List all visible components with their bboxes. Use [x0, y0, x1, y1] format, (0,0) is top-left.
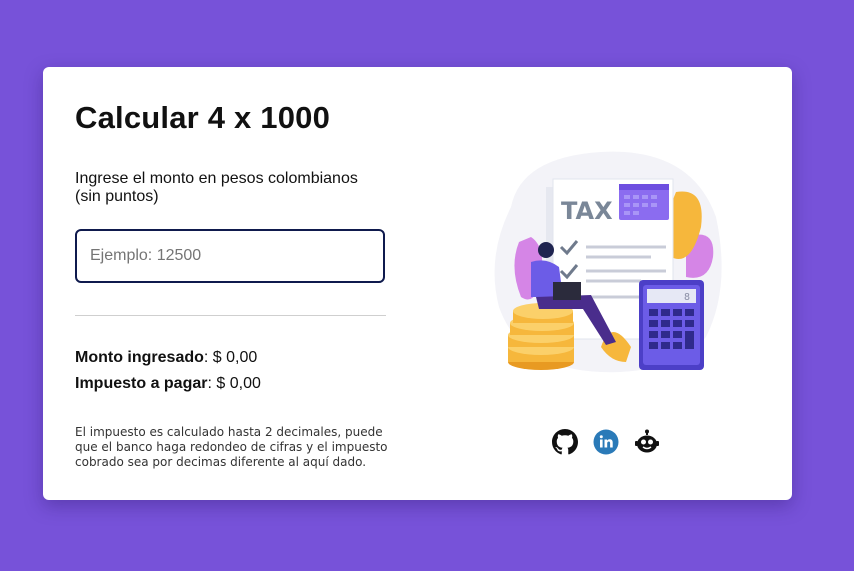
- amount-label: Monto ingresado: [75, 349, 204, 366]
- amount-prompt: Ingrese el monto en pesos colombianos (s…: [75, 170, 358, 205]
- linkedin-icon[interactable]: [593, 429, 619, 455]
- amount-result: Monto ingresado: $ 0,00: [75, 349, 257, 367]
- tax-result: Impuesto a pagar: $ 0,00: [75, 375, 261, 393]
- disclaimer-note: El impuesto es calculado hasta 2 decimal…: [75, 425, 388, 469]
- tax-label: Impuesto a pagar: [75, 375, 208, 392]
- tax-text: TAX: [561, 197, 613, 225]
- amount-value: : $ 0,00: [203, 349, 258, 366]
- amount-input[interactable]: [75, 229, 385, 283]
- tax-illustration: TAX 8: [491, 147, 731, 382]
- github-icon[interactable]: [552, 429, 578, 455]
- tax-value: : $ 0,00: [207, 375, 261, 392]
- robot-icon[interactable]: [634, 429, 660, 455]
- divider: [75, 315, 386, 316]
- page-title: Calcular 4 x 1000: [75, 100, 331, 135]
- calculator-card: Calcular 4 x 1000 Ingrese el monto en pe…: [43, 67, 792, 500]
- calc-display: 8: [684, 292, 690, 303]
